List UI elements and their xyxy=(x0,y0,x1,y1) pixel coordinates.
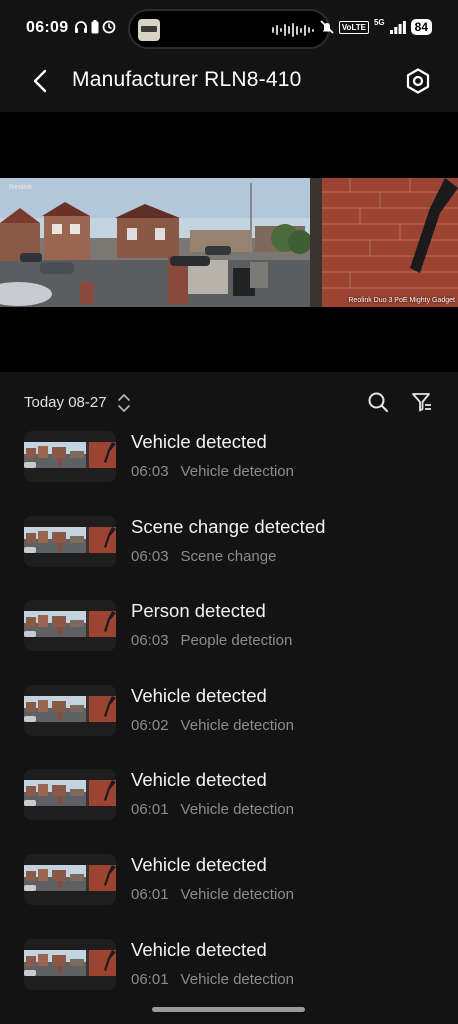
chevron-up-down-icon[interactable] xyxy=(117,393,131,413)
event-list-item[interactable]: Vehicle detected 06:01 Vehicle detection xyxy=(0,932,458,1017)
volte-badge: VoLTE xyxy=(338,20,369,34)
network-type: 5G xyxy=(373,18,385,27)
event-thumbnail[interactable] xyxy=(24,938,116,990)
event-thumbnail[interactable] xyxy=(24,431,116,482)
event-meta: 06:02 Vehicle detection xyxy=(131,717,294,734)
event-time: 06:03 xyxy=(131,547,169,565)
camera-preview[interactable]: Reolink Reolink Duo 3 PoE Mighty Gadget xyxy=(0,178,458,307)
event-title: Vehicle detected xyxy=(131,769,267,791)
event-type: Scene change xyxy=(180,547,277,565)
thumbnail-image xyxy=(24,526,116,553)
event-time: 06:02 xyxy=(131,716,169,734)
event-meta: 06:03 Vehicle detection xyxy=(131,463,294,480)
audio-wave-icon xyxy=(272,23,314,37)
search-icon[interactable] xyxy=(367,391,389,413)
event-time: 06:01 xyxy=(131,801,169,819)
camera-scene xyxy=(0,178,458,307)
status-left-icons xyxy=(74,20,116,34)
home-indicator[interactable] xyxy=(152,1007,305,1012)
battery-level: 84 xyxy=(410,19,432,35)
header: Manufacturer RLN8-410 xyxy=(0,56,458,106)
thumbnail-image xyxy=(24,695,116,722)
mute-icon xyxy=(320,20,334,34)
event-type: Vehicle detection xyxy=(180,970,294,988)
event-thumbnail[interactable] xyxy=(24,684,116,736)
event-list-item[interactable]: Vehicle detected 06:02 Vehicle detection xyxy=(0,678,458,763)
date-selector[interactable]: Today 08-27 xyxy=(24,394,107,411)
event-type: Vehicle detection xyxy=(180,885,294,903)
event-list-item[interactable]: Person detected 06:03 People detection xyxy=(0,593,458,678)
event-meta: 06:01 Vehicle detection xyxy=(131,886,294,903)
sync-icon xyxy=(102,20,116,34)
event-list-item[interactable]: Vehicle detected 06:01 Vehicle detection xyxy=(0,847,458,932)
settings-icon[interactable] xyxy=(404,67,432,95)
video-player[interactable]: Reolink Reolink Duo 3 PoE Mighty Gadget xyxy=(0,112,458,372)
thumbnail-image xyxy=(24,780,116,807)
filter-icon[interactable] xyxy=(411,391,433,413)
status-time: 06:09 xyxy=(26,19,69,36)
date-bar: Today 08-27 xyxy=(0,386,458,420)
event-list-item[interactable]: Vehicle detected 06:03 Vehicle detection xyxy=(0,424,458,509)
event-time: 06:01 xyxy=(131,885,169,903)
event-thumbnail[interactable] xyxy=(24,515,116,567)
dynamic-island[interactable] xyxy=(128,9,330,49)
page-title: Manufacturer RLN8-410 xyxy=(72,68,302,91)
event-title: Person detected xyxy=(131,600,266,622)
event-meta: 06:03 Scene change xyxy=(131,548,276,565)
event-title: Vehicle detected xyxy=(131,938,267,960)
event-title: Scene change detected xyxy=(131,515,326,537)
event-thumbnail[interactable] xyxy=(24,600,116,652)
event-title: Vehicle detected xyxy=(131,431,267,452)
camera-overlay-label: Reolink Duo 3 PoE Mighty Gadget xyxy=(348,297,455,304)
battery-saver-icon xyxy=(91,20,99,34)
event-time: 06:03 xyxy=(131,632,169,650)
thumbnail-image xyxy=(24,864,116,891)
event-meta: 06:01 Vehicle detection xyxy=(131,971,294,988)
event-type: Vehicle detection xyxy=(180,801,294,819)
headphones-icon xyxy=(75,21,87,33)
event-list-item[interactable]: Scene change detected 06:03 Scene change xyxy=(0,509,458,594)
event-time: 06:03 xyxy=(131,463,169,480)
app-icon xyxy=(138,19,160,41)
event-type: Vehicle detection xyxy=(180,463,294,480)
signal-icon xyxy=(389,20,406,34)
thumbnail-image xyxy=(24,442,116,468)
event-list-item[interactable]: Vehicle detected 06:01 Vehicle detection xyxy=(0,762,458,847)
event-meta: 06:01 Vehicle detection xyxy=(131,801,294,818)
thumbnail-image xyxy=(24,949,116,976)
event-meta: 06:03 People detection xyxy=(131,632,292,649)
event-thumbnail[interactable] xyxy=(24,769,116,821)
event-title: Vehicle detected xyxy=(131,853,267,875)
chevron-left-icon[interactable] xyxy=(28,68,54,94)
event-list: Vehicle detected 06:03 Vehicle detection Sc… xyxy=(0,424,458,1016)
event-type: People detection xyxy=(180,632,293,650)
event-type: Vehicle detection xyxy=(180,716,294,734)
status-bar: 06:09 VoLTE 5G 84 xyxy=(0,0,458,56)
event-time: 06:01 xyxy=(131,970,169,988)
status-right: VoLTE 5G 84 xyxy=(320,19,432,35)
thumbnail-image xyxy=(24,611,116,638)
event-title: Vehicle detected xyxy=(131,684,267,706)
camera-brand-watermark: Reolink xyxy=(9,184,33,191)
event-thumbnail[interactable] xyxy=(24,853,116,905)
